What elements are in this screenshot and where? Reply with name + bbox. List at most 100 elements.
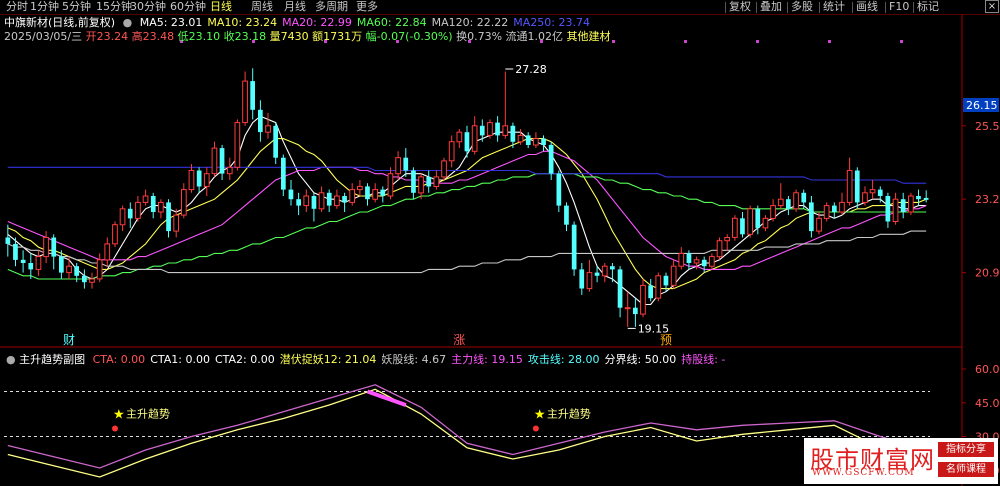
candle-body xyxy=(610,266,615,270)
candle-body xyxy=(517,134,524,143)
candle-body xyxy=(357,185,363,191)
candle-body xyxy=(150,196,156,212)
quote-low: 低23.10 xyxy=(177,30,221,43)
candle-body xyxy=(548,144,554,174)
quote-float: 流通1.02亿 xyxy=(505,30,564,43)
ma-value-4: MA120: 22.22 xyxy=(431,16,509,29)
candle-body xyxy=(142,195,149,203)
tab-period-3[interactable]: 15分钟 xyxy=(96,0,132,14)
candle-body xyxy=(823,205,830,219)
tab-period-0[interactable]: 分时 xyxy=(6,0,28,14)
tab-period-4[interactable]: 30分钟 xyxy=(130,0,166,14)
candle-body xyxy=(617,269,623,308)
tool-button-6[interactable]: 标记 xyxy=(917,0,939,14)
tool-button-1[interactable]: 叠加 xyxy=(760,0,782,14)
tool-button-5[interactable]: F10 xyxy=(889,0,909,14)
bottom-marker-2: 预 xyxy=(660,333,672,347)
period-toolbar: 分时 1分钟 5分钟 15分钟 30分钟 60分钟 日线 周线 月线 多周期 更多 复权 叠加 多股 统计画… xyxy=(0,0,1000,14)
ma-value-2: MA20: 22.99 xyxy=(282,16,352,29)
candle-body xyxy=(740,218,745,235)
ma-line-ma120 xyxy=(7,230,927,274)
candle-body xyxy=(104,243,111,261)
signal-label-0: 主升趋势 xyxy=(126,408,170,421)
candle-body xyxy=(601,265,608,277)
toolbar-divider xyxy=(852,2,853,13)
quote-header: 2025/03/05/三 开23.24 高23.48 低23.10 收23.18… xyxy=(4,30,611,43)
tab-period-2[interactable]: 5分钟 xyxy=(62,0,91,14)
indicator-title: 主升趋势副图 xyxy=(19,353,86,366)
tool-button-3[interactable]: 统计 xyxy=(823,0,845,14)
candle-body xyxy=(5,237,11,244)
event-dot xyxy=(756,40,759,43)
bottom-marker-0: 财 xyxy=(63,333,75,347)
tab-period-6[interactable]: 日线 xyxy=(210,0,232,14)
candle-body xyxy=(732,217,738,238)
quote-turnover: 换0.73% xyxy=(456,30,503,43)
candle-body xyxy=(326,192,332,206)
tab-period-7[interactable]: 周线 xyxy=(251,0,273,14)
quote-close: 收23.18 xyxy=(223,30,267,43)
candle-body xyxy=(112,224,118,245)
tab-period-10[interactable]: 更多 xyxy=(356,0,378,14)
candle-body xyxy=(196,170,202,187)
candle-body xyxy=(479,125,485,136)
candle-body xyxy=(663,275,669,286)
chart-canvas: 27.2819.15财涨预 26.1525.523.220.9 ★ 主升趋势 ★ 主升… xyxy=(0,13,1000,486)
candle-body xyxy=(334,195,340,207)
tab-period-9[interactable]: 多周期 xyxy=(315,0,348,14)
candle-body xyxy=(403,157,409,171)
candle-body xyxy=(135,201,141,219)
candle-body xyxy=(869,189,876,194)
candle-body xyxy=(181,189,187,216)
tab-period-1[interactable]: 1分钟 xyxy=(30,0,59,14)
y-axis-label-3: 20.9 xyxy=(975,267,1000,280)
candle-body xyxy=(693,259,700,264)
candle-body xyxy=(211,147,218,175)
candle-body xyxy=(877,189,883,196)
candle-body xyxy=(28,263,34,270)
event-dot xyxy=(684,40,687,43)
candle-body xyxy=(594,272,600,276)
candle-body xyxy=(303,195,310,207)
candle-body xyxy=(66,265,72,274)
candle-body xyxy=(579,269,585,289)
candle-body xyxy=(724,237,730,242)
candle-body xyxy=(624,307,631,310)
signal-dot xyxy=(532,425,539,432)
candle-body xyxy=(43,237,49,258)
ma-header: 中旗新材(日线,前复权) ● MA5: 23.01 MA10: 23.24 MA20… xyxy=(4,16,595,29)
close-icon[interactable]: × xyxy=(985,0,999,13)
candle-body xyxy=(411,170,416,193)
candle-body xyxy=(387,173,394,197)
signal-star-icon: ★ xyxy=(113,408,125,423)
candle-body xyxy=(51,237,57,257)
candle-body xyxy=(556,173,562,206)
candle-body xyxy=(533,138,539,146)
candle-body xyxy=(495,122,500,136)
tool-button-0[interactable]: 复权 xyxy=(729,0,751,14)
candle-body xyxy=(678,252,685,267)
indicator-readout-8: 持股线: - xyxy=(681,353,726,366)
indicator-readout-4: 妖股线: 4.67 xyxy=(381,353,447,366)
candle-body xyxy=(564,205,569,225)
candle-body xyxy=(20,259,26,263)
quote-change: 幅-0.07(-0.30%) xyxy=(365,30,453,43)
indicator-header: ● 主升趋势副图 CTA: 0.00 CTA1: 0.00 CTA2: 0.00 潜伏… xyxy=(6,353,730,366)
candle-body xyxy=(471,125,478,152)
signal-label-1: 主升趋势 xyxy=(547,408,591,421)
signal-star-icon: ★ xyxy=(534,408,546,423)
candle-body xyxy=(655,275,662,299)
candle-body xyxy=(441,160,447,178)
indicator-readouts: CTA: 0.00 CTA1: 0.00 CTA2: 0.00 潜伏捉妖12: 21.… xyxy=(93,353,731,366)
tool-button-4[interactable]: 画线 xyxy=(856,0,878,14)
main-y-axis: 26.15 25.5 23.2 20.9 xyxy=(962,98,1000,280)
toolbar-divider xyxy=(885,2,886,13)
indicator-settings-icon[interactable]: ● xyxy=(6,353,16,366)
settings-icon[interactable]: ● xyxy=(123,16,133,29)
candle-body xyxy=(380,189,386,196)
tab-period-8[interactable]: 月线 xyxy=(284,0,306,14)
tab-period-5[interactable]: 60分钟 xyxy=(170,0,206,14)
candle-body xyxy=(418,176,424,194)
tool-button-2[interactable]: 多股 xyxy=(791,0,813,14)
candle-body xyxy=(426,176,432,187)
